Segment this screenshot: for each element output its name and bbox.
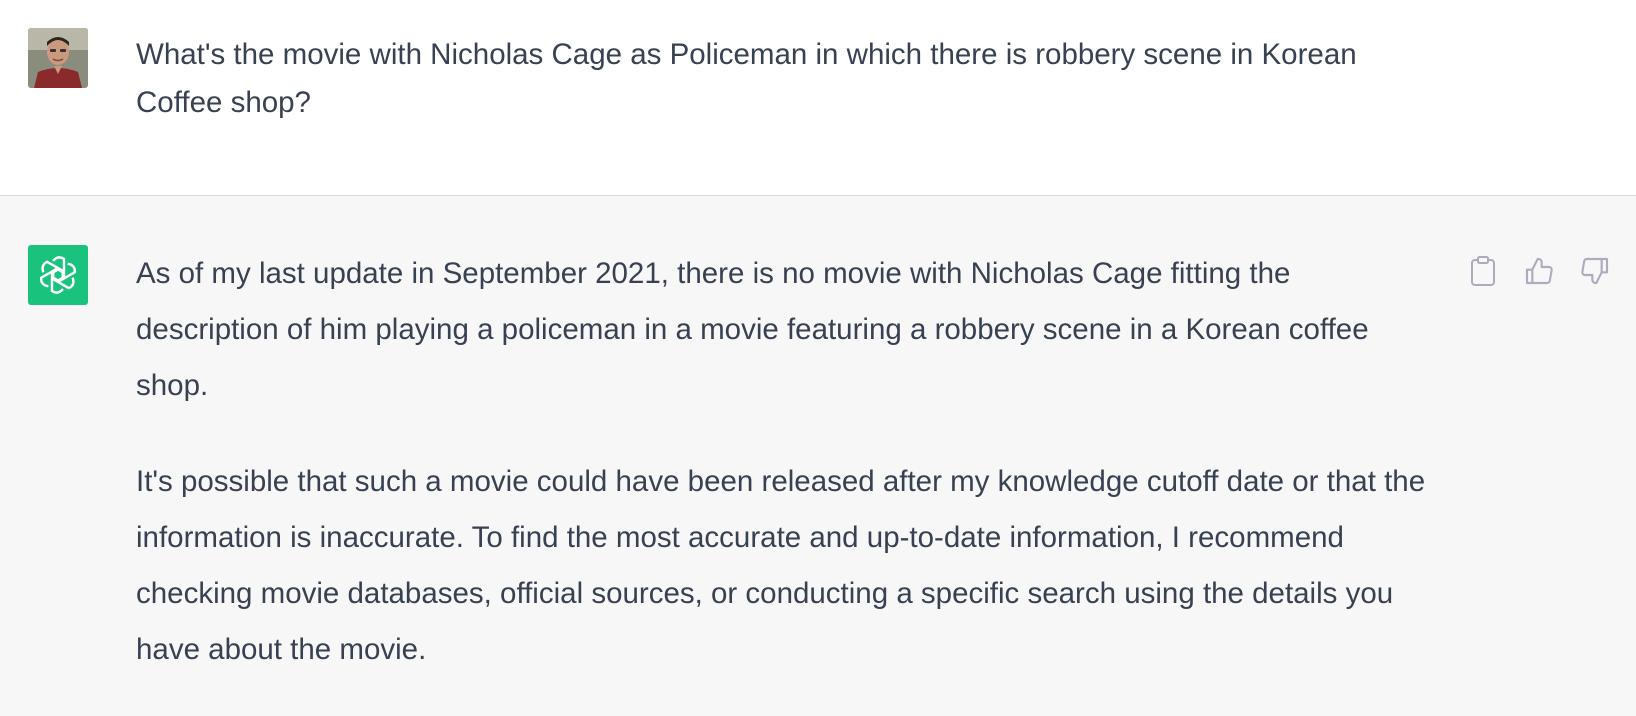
thumbs-up-icon <box>1525 257 1553 285</box>
assistant-message-text: As of my last update in September 2021, … <box>136 246 1426 678</box>
user-message: What's the movie with Nicholas Cage as P… <box>0 0 1636 196</box>
copy-button[interactable] <box>1466 254 1500 288</box>
thumbs-down-icon <box>1581 257 1609 285</box>
user-avatar <box>28 28 88 88</box>
thumbs-up-button[interactable] <box>1522 254 1556 288</box>
assistant-avatar <box>28 245 88 305</box>
thumbs-down-button[interactable] <box>1578 254 1612 288</box>
user-photo-avatar-icon <box>28 28 88 88</box>
conversation-thread: What's the movie with Nicholas Cage as P… <box>0 0 1636 716</box>
assistant-paragraph: As of my last update in September 2021, … <box>136 257 1369 402</box>
assistant-paragraph: It's possible that such a movie could ha… <box>136 465 1426 666</box>
clipboard-icon <box>1471 256 1495 286</box>
assistant-message: As of my last update in September 2021, … <box>0 196 1636 716</box>
chatgpt-logo-icon <box>39 256 77 294</box>
message-actions <box>1466 254 1612 288</box>
user-message-text: What's the movie with Nicholas Cage as P… <box>136 38 1357 119</box>
